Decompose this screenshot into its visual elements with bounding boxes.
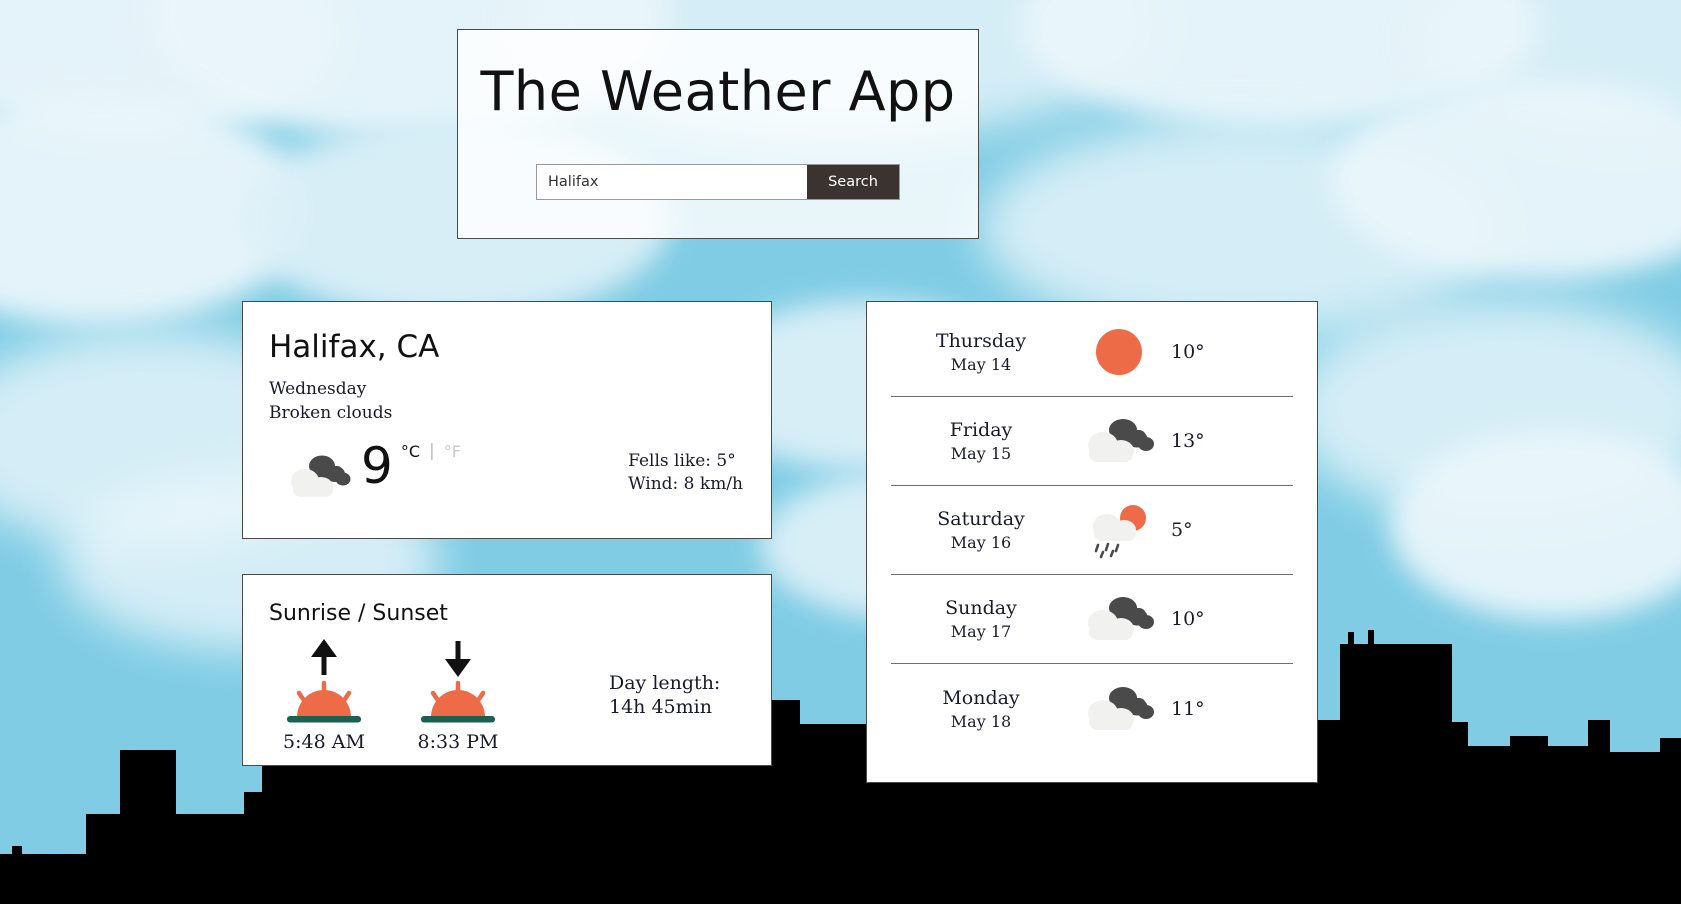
forecast-date-group: Thursday May 14: [891, 330, 1071, 374]
forecast-list: Thursday May 14 10° Friday May 15 13° Saturday…: [867, 302, 1317, 753]
sunrise-time: 5:48 AM: [283, 731, 365, 753]
forecast-row[interactable]: Sunday May 17 10°: [891, 575, 1293, 664]
day-length: Day length: 14h 45min: [609, 671, 720, 720]
sunset-icon: [393, 637, 523, 729]
forecast-date: May 15: [950, 444, 1012, 463]
feels-like-text: Fells like: 5°: [628, 451, 736, 471]
current-weather-card: Halifax, CA Wednesday Broken clouds 9 °C: [242, 301, 772, 539]
day-length-value: 14h 45min: [609, 696, 712, 719]
unit-separator: |: [428, 441, 435, 461]
search-bar: Search: [536, 164, 900, 200]
current-day: Wednesday: [269, 379, 367, 399]
broken-clouds-icon: [285, 449, 355, 507]
day-length-label: Day length:: [609, 672, 721, 694]
city-name: Halifax, CA: [269, 329, 440, 365]
header-panel: The Weather App Search: [457, 29, 979, 239]
forecast-card: Thursday May 14 10° Friday May 15 13° Saturday…: [866, 301, 1318, 783]
forecast-day: Friday: [949, 419, 1013, 441]
unit-fahrenheit-button[interactable]: °F: [444, 442, 461, 461]
forecast-date-group: Monday May 18: [891, 687, 1071, 731]
forecast-day: Monday: [942, 686, 1020, 709]
forecast-day: Thursday: [935, 330, 1027, 352]
sunrise-sunset-title: Sunrise / Sunset: [269, 601, 448, 626]
forecast-date-group: Saturday May 16: [891, 508, 1071, 552]
broken-clouds-icon: [1071, 410, 1167, 472]
sunrise-sunset-card: Sunrise / Sunset 5:48 AM 8:33 PM Day len…: [242, 574, 772, 766]
forecast-date: May 18: [950, 711, 1012, 731]
unit-celsius-button[interactable]: °C: [401, 442, 420, 461]
forecast-date-group: Friday May 15: [891, 419, 1071, 463]
current-temperature-row: 9 °C | °F: [285, 427, 461, 507]
forecast-date: May 17: [950, 622, 1012, 641]
forecast-temperature: 5°: [1171, 519, 1193, 541]
forecast-temperature: 13°: [1171, 430, 1205, 452]
sun-icon: [1071, 321, 1167, 383]
forecast-row[interactable]: Saturday May 16 5°: [891, 486, 1293, 575]
forecast-row[interactable]: Monday May 18 11°: [891, 664, 1293, 753]
sunrise-block: 5:48 AM: [259, 637, 389, 753]
forecast-row[interactable]: Friday May 15 13°: [891, 397, 1293, 486]
broken-clouds-icon: [1071, 678, 1167, 740]
forecast-day: Sunday: [945, 597, 1017, 619]
sunrise-icon: [259, 637, 389, 729]
sun-rain-shower-icon: [1071, 499, 1167, 561]
forecast-date-group: Sunday May 17: [891, 597, 1071, 641]
sunset-block: 8:33 PM: [393, 637, 523, 753]
page-title: The Weather App: [480, 60, 956, 123]
unit-toggle-group: °C | °F: [401, 441, 461, 461]
current-details: Fells like: 5° Wind: 8 km/h: [628, 450, 743, 497]
search-input[interactable]: [537, 165, 807, 199]
forecast-date: May 16: [950, 533, 1012, 552]
current-temperature-value: 9: [361, 437, 393, 495]
forecast-temperature: 10°: [1171, 608, 1205, 630]
search-button[interactable]: Search: [807, 165, 899, 199]
forecast-day: Saturday: [937, 508, 1025, 530]
forecast-temperature: 11°: [1171, 697, 1205, 720]
forecast-temperature: 10°: [1171, 341, 1205, 363]
forecast-date: May 14: [950, 355, 1012, 374]
broken-clouds-icon: [1071, 588, 1167, 650]
forecast-row[interactable]: Thursday May 14 10°: [891, 308, 1293, 397]
current-description: Broken clouds: [269, 403, 393, 423]
wind-text: Wind: 8 km/h: [628, 474, 743, 495]
sunset-time: 8:33 PM: [417, 731, 499, 753]
